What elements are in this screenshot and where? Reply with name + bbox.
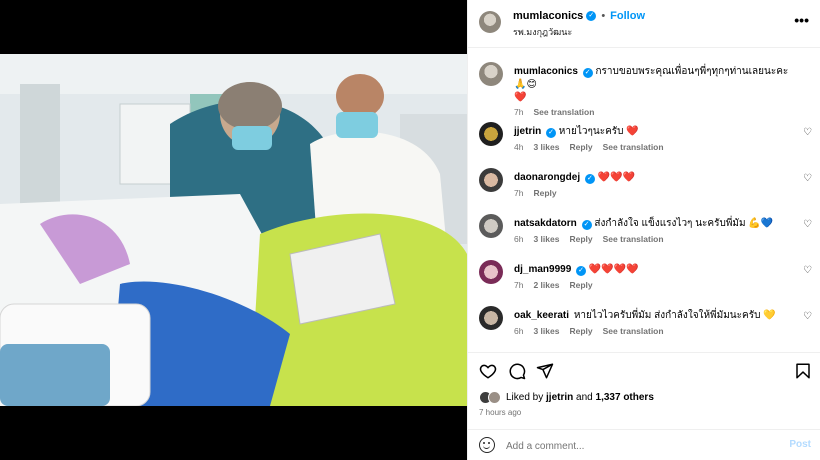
author-username[interactable]: mumlaconics	[513, 10, 583, 22]
post-time: 7 hours ago	[479, 408, 522, 417]
comment-hearts: ❤️	[626, 126, 639, 137]
post-photo[interactable]	[0, 54, 467, 406]
post-header: mumlaconics ✓ • Follow รพ.มงกุฎวัฒนะ •••	[468, 0, 820, 48]
comment-like-heart-icon[interactable]: ♡	[803, 311, 812, 322]
comment-meta: 6h 3 likes Reply See translation	[514, 234, 664, 244]
comment-body: dj_man9999 ✓ ❤️❤️❤️❤️	[514, 263, 794, 276]
liked-by-user[interactable]: jjetrin	[546, 392, 573, 403]
comment-time: 7h	[514, 280, 524, 290]
reply-button[interactable]: Reply	[569, 280, 592, 290]
comment-username[interactable]: jjetrin	[514, 126, 541, 137]
comment-body: natsakdatorn ✓ ส่งกำลังใจ แข็งแรงไวๆ นะค…	[514, 217, 794, 230]
comment-likes[interactable]: 3 likes	[533, 234, 559, 244]
verified-badge-icon: ✓	[586, 11, 597, 21]
commenter-avatar[interactable]	[479, 260, 503, 284]
hospital-photo-illustration	[0, 54, 467, 406]
add-comment-input[interactable]	[506, 437, 776, 455]
post-comment-button[interactable]: Post	[789, 439, 811, 450]
comment-meta: 7h Reply	[514, 188, 557, 198]
emoji-icon[interactable]	[479, 437, 495, 453]
liked-by-others[interactable]: 1,337 others	[596, 392, 654, 403]
caption-meta: 7h See translation	[514, 107, 594, 117]
comment-body: daonarongdej ✓ ❤️❤️❤️	[514, 171, 794, 184]
comment-time: 4h	[514, 142, 524, 152]
liked-by-conj: and	[576, 392, 593, 403]
more-options-icon[interactable]: •••	[794, 12, 809, 28]
caption-username[interactable]: mumlaconics	[514, 66, 578, 77]
comment-body: oak_keerati หายไวไวครับพี่มัม ส่งกำลังใจ…	[514, 309, 794, 322]
comment-meta: 7h 2 likes Reply	[514, 280, 593, 290]
commenter-avatar[interactable]	[479, 214, 503, 238]
comment-meta: 6h 3 likes Reply See translation	[514, 326, 664, 336]
liked-by-line: Liked by jjetrin and 1,337 others	[479, 391, 654, 404]
comment-username[interactable]: natsakdatorn	[514, 218, 577, 229]
post-side-panel: mumlaconics ✓ • Follow รพ.มงกุฎวัฒนะ •••…	[467, 0, 820, 460]
separator-dot: •	[601, 10, 606, 22]
author-line: mumlaconics ✓ • Follow	[513, 10, 645, 22]
commenter-avatar[interactable]	[479, 122, 503, 146]
comment-username[interactable]: daonarongdej	[514, 172, 580, 183]
comment-username[interactable]: oak_keerati	[514, 310, 569, 321]
reply-button[interactable]: Reply	[569, 234, 592, 244]
verified-badge-icon: ✓	[582, 68, 593, 78]
comment-username[interactable]: dj_man9999	[514, 264, 571, 275]
reply-button[interactable]: Reply	[533, 188, 556, 198]
caption-heart: ❤️	[514, 92, 527, 103]
comment-body: jjetrin ✓ หายไวๆนะครับ ❤️	[514, 125, 794, 138]
comment-text: หายไวไวครับพี่มัม ส่งกำลังใจให้พี่มัมนะค…	[573, 310, 776, 321]
comment-likes[interactable]: 3 likes	[533, 326, 559, 336]
commenter-avatar[interactable]	[479, 168, 503, 192]
comment-time: 6h	[514, 326, 524, 336]
see-translation-link[interactable]: See translation	[603, 326, 664, 336]
send-icon[interactable]	[536, 362, 554, 383]
author-avatar[interactable]	[479, 62, 503, 86]
verified-badge-icon: ✓	[576, 266, 587, 276]
comment-hearts: ❤️❤️❤️❤️	[588, 264, 639, 275]
see-translation-link[interactable]: See translation	[603, 234, 664, 244]
bookmark-icon[interactable]	[794, 362, 812, 383]
verified-badge-icon: ✓	[584, 174, 595, 184]
caption-time: 7h	[514, 107, 524, 117]
comment-like-heart-icon[interactable]: ♡	[803, 173, 812, 184]
liked-by-prefix: Liked by	[506, 392, 544, 403]
comment-like-heart-icon[interactable]: ♡	[803, 265, 812, 276]
comment-time: 7h	[514, 188, 524, 198]
comments-list[interactable]: mumlaconics ✓ กราบขอบพระคุณเพื่อนๆพี่ๆทุ…	[468, 48, 820, 352]
post-location[interactable]: รพ.มงกุฎวัฒนะ	[513, 25, 572, 39]
reply-button[interactable]: Reply	[569, 142, 592, 152]
comment-like-heart-icon[interactable]: ♡	[803, 127, 812, 138]
reply-button[interactable]: Reply	[569, 326, 592, 336]
comment-text: ส่งกำลังใจ แข็งแรงไวๆ นะครับพี่มัม 💪💙	[594, 218, 774, 229]
commenter-avatar[interactable]	[479, 306, 503, 330]
see-translation-link[interactable]: See translation	[533, 107, 594, 117]
comment-likes[interactable]: 2 likes	[533, 280, 559, 290]
post-actions: Liked by jjetrin and 1,337 others 7 hour…	[468, 352, 820, 460]
heart-icon[interactable]	[479, 362, 497, 383]
author-avatar[interactable]	[479, 11, 501, 33]
caption-body: mumlaconics ✓ กราบขอบพระคุณเพื่อนๆพี่ๆทุ…	[514, 65, 794, 104]
add-comment-bar: Post	[468, 429, 820, 460]
post-media[interactable]	[0, 0, 467, 460]
see-translation-link[interactable]: See translation	[603, 142, 664, 152]
comment-icon[interactable]	[508, 362, 526, 383]
comment-meta: 4h 3 likes Reply See translation	[514, 142, 664, 152]
comment-like-heart-icon[interactable]: ♡	[803, 219, 812, 230]
comment-likes[interactable]: 3 likes	[533, 142, 559, 152]
follow-button[interactable]: Follow	[610, 10, 645, 22]
liker-avatar	[488, 391, 501, 404]
comment-time: 6h	[514, 234, 524, 244]
verified-badge-icon: ✓	[546, 128, 557, 138]
comment-hearts: ❤️❤️❤️	[597, 172, 636, 183]
comment-text: หายไวๆนะครับ	[558, 126, 624, 137]
verified-badge-icon: ✓	[581, 220, 592, 230]
